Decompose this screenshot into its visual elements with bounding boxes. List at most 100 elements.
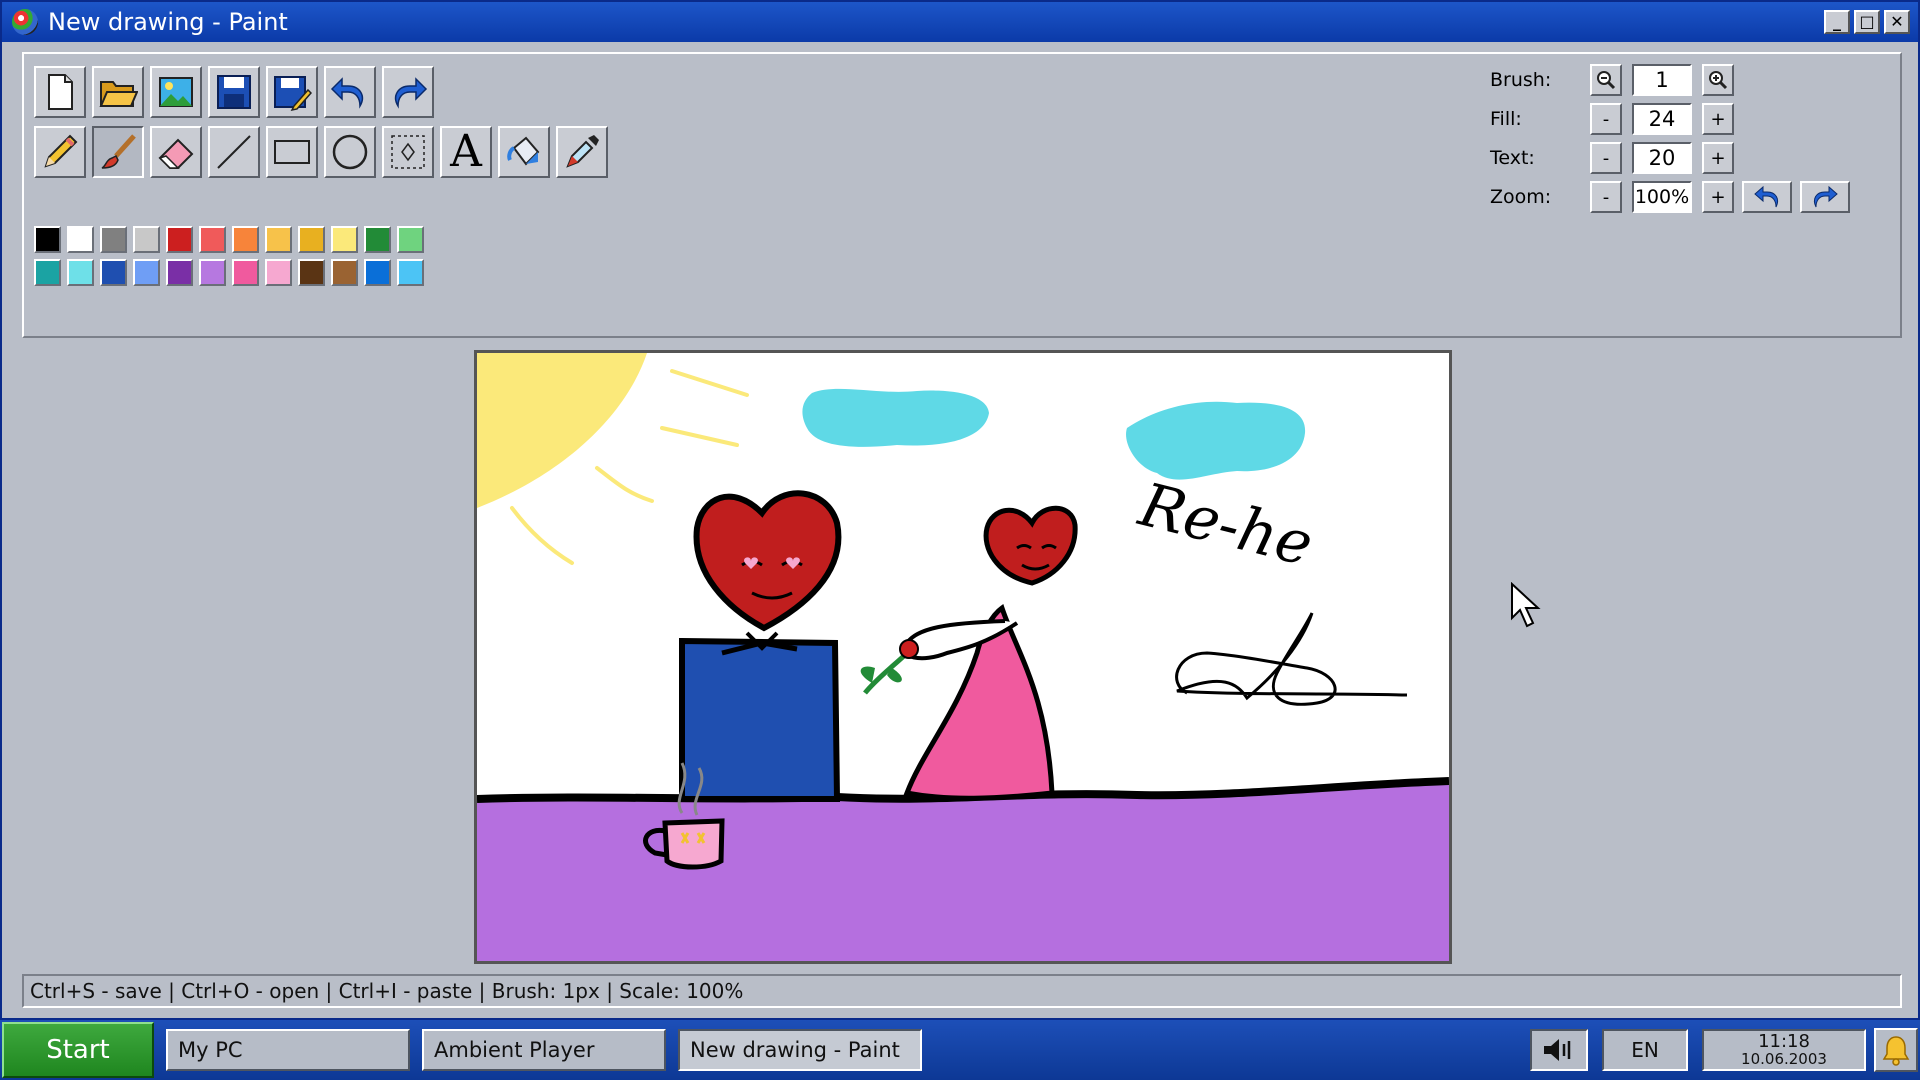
paint-window: New drawing - Paint _ □ ✕ A Brush: 1 Fil… [0,0,1920,1020]
brush-tool[interactable] [92,126,144,178]
brush-setting: Brush: 1 [1490,64,1890,96]
color-swatch[interactable] [397,259,424,286]
drawing-artwork: Re-he [477,353,1449,961]
eyedropper-tool[interactable] [556,126,608,178]
color-swatch[interactable] [331,259,358,286]
fill-increase-button[interactable]: + [1702,103,1734,135]
fill-tool[interactable] [498,126,550,178]
volume-button[interactable] [1530,1029,1588,1071]
save-as-icon [274,76,312,112]
mouse-cursor-icon [1511,582,1541,628]
undo-icon [1754,185,1779,208]
brush-icon [101,134,136,169]
fill-size-input[interactable]: 24 [1632,103,1692,135]
undo-button[interactable] [324,66,376,118]
taskbar-item-my-pc[interactable]: My PC [166,1029,410,1071]
zoom-level-input[interactable]: 100% [1632,181,1692,213]
save-button[interactable] [208,66,260,118]
insert-image-button[interactable] [150,66,202,118]
fill-decrease-button[interactable]: - [1590,103,1622,135]
redo-button[interactable] [382,66,434,118]
line-icon [217,135,251,169]
notifications-button[interactable] [1874,1028,1918,1072]
window-title: New drawing - Paint [48,8,288,36]
color-swatch[interactable] [100,259,127,286]
text-increase-button[interactable]: + [1702,142,1734,174]
color-swatch[interactable] [199,226,226,253]
settings-panel: Brush: 1 Fill: - 24 + Text: - 20 + Zoom:… [1490,64,1890,220]
save-icon [217,75,251,109]
line-tool[interactable] [208,126,260,178]
rectangle-tool[interactable] [266,126,318,178]
start-button[interactable]: Start [2,1022,154,1078]
zoom-increase-button[interactable]: + [1702,181,1734,213]
text-tool[interactable]: A [440,126,492,178]
text-size-input[interactable]: 20 [1632,142,1692,174]
color-swatch[interactable] [166,259,193,286]
color-swatch[interactable] [67,259,94,286]
file-toolbar [34,66,434,118]
color-swatch[interactable] [199,259,226,286]
zoom-setting: Zoom: - 100% + [1490,181,1890,213]
zoom-decrease-button[interactable]: - [1590,181,1622,213]
color-swatch[interactable] [67,226,94,253]
fill-setting: Fill: - 24 + [1490,103,1890,135]
system-clock[interactable]: 11:18 10.06.2003 [1702,1029,1866,1071]
brush-size-input[interactable]: 1 [1632,64,1692,96]
speaker-icon [1544,1039,1571,1061]
maximize-button[interactable]: □ [1854,10,1880,34]
redo-icon [394,77,428,109]
eyedropper-icon [566,135,599,168]
color-swatch[interactable] [34,226,61,253]
zoom-out-icon [1597,71,1616,90]
close-button[interactable]: ✕ [1884,10,1910,34]
fill-bucket-icon [507,136,540,166]
paint-app-icon [12,9,38,35]
taskbar-item-ambient-player[interactable]: Ambient Player [422,1029,666,1071]
color-swatch[interactable] [298,226,325,253]
history-redo-button[interactable] [1800,181,1850,213]
text-label: Text: [1490,147,1535,169]
text-decrease-button[interactable]: - [1590,142,1622,174]
taskbar-item-paint[interactable]: New drawing - Paint [678,1029,922,1071]
open-folder-icon [99,81,138,107]
save-as-button[interactable] [266,66,318,118]
color-swatch[interactable] [133,226,160,253]
drawing-canvas[interactable]: Re-he [474,350,1452,964]
bell-icon [1882,1036,1910,1066]
color-swatch[interactable] [232,259,259,286]
color-swatch[interactable] [232,226,259,253]
color-swatch[interactable] [166,226,193,253]
rectangle-icon [274,140,310,164]
pencil-tool[interactable] [34,126,86,178]
eraser-icon [158,138,194,169]
new-file-icon [48,74,73,110]
new-file-button[interactable] [34,66,86,118]
fill-label: Fill: [1490,108,1522,130]
taskbar: Start My PC Ambient Player New drawing -… [0,1020,1920,1080]
color-swatch[interactable] [34,259,61,286]
open-button[interactable] [92,66,144,118]
status-text: Ctrl+S - save | Ctrl+O - open | Ctrl+I -… [30,979,744,1003]
color-swatch[interactable] [364,259,391,286]
minimize-button[interactable]: _ [1824,10,1850,34]
color-swatch[interactable] [397,226,424,253]
color-swatch[interactable] [133,259,160,286]
title-bar[interactable]: New drawing - Paint _ □ ✕ [2,2,1918,42]
color-swatch[interactable] [364,226,391,253]
color-swatch[interactable] [265,226,292,253]
brush-zoom-in-button[interactable] [1702,64,1734,96]
eraser-tool[interactable] [150,126,202,178]
selection-tool[interactable] [382,126,434,178]
color-swatch[interactable] [265,259,292,286]
brush-zoom-out-button[interactable] [1590,64,1622,96]
undo-icon [330,77,364,109]
history-undo-button[interactable] [1742,181,1792,213]
color-swatch[interactable] [331,226,358,253]
color-swatch[interactable] [298,259,325,286]
language-indicator[interactable]: EN [1602,1029,1688,1071]
close-icon: ✕ [1890,12,1904,31]
selection-icon [391,135,425,169]
ellipse-tool[interactable] [324,126,376,178]
color-swatch[interactable] [100,226,127,253]
